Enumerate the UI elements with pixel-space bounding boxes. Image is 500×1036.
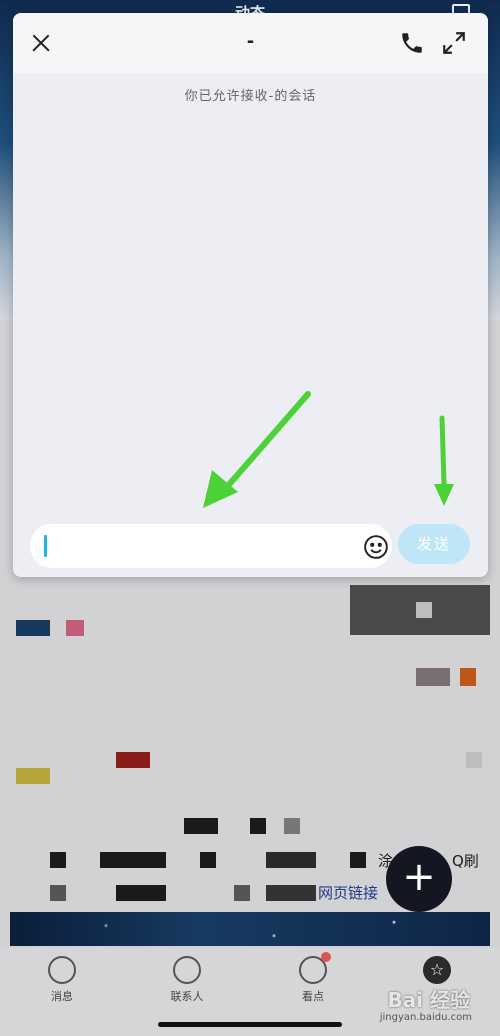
tab-label: 看点: [302, 990, 324, 1003]
home-indicator[interactable]: [158, 1022, 342, 1027]
send-button[interactable]: 发送: [398, 524, 470, 564]
censored-block: [250, 818, 266, 834]
censored-block: [116, 885, 166, 901]
censored-block: [16, 620, 50, 636]
censored-block: [184, 818, 218, 834]
chat-title: -: [246, 31, 255, 52]
feed-banner[interactable]: [10, 912, 490, 946]
censored-block: [200, 852, 216, 868]
watermark-url: jingyan.baidu.com: [379, 1012, 472, 1023]
notification-dot: [321, 952, 331, 962]
phone-icon[interactable]: [399, 30, 425, 56]
message-input[interactable]: [52, 530, 346, 564]
message-icon: [48, 956, 76, 984]
text-caret: [44, 535, 47, 557]
censored-block: [466, 752, 482, 768]
watermark-logo: Bai 经验: [387, 988, 470, 1012]
censored-block: [416, 602, 432, 618]
censored-block: [416, 668, 450, 686]
star-icon: ☆: [423, 956, 451, 984]
tab-contacts[interactable]: 联系人: [142, 956, 232, 1004]
censored-block: [50, 852, 66, 868]
censored-block: [460, 668, 476, 686]
censored-block: [16, 768, 50, 784]
feed-text: Q刷: [452, 852, 479, 870]
censored-block: [234, 885, 250, 901]
censored-block: [350, 852, 366, 868]
feed-link[interactable]: 网页链接: [318, 882, 378, 903]
censored-block: [284, 818, 300, 834]
message-input-container[interactable]: [30, 524, 392, 568]
tab-label: 联系人: [170, 990, 204, 1003]
chat-popup: - 你已允许接收-的会话 发送: [13, 13, 488, 577]
close-button[interactable]: [27, 29, 55, 57]
eye-icon: [299, 952, 331, 984]
contacts-icon: [173, 956, 201, 984]
tab-watch[interactable]: 看点: [268, 952, 358, 1004]
censored-block: [100, 852, 166, 868]
tab-label: 消息: [51, 990, 73, 1003]
censored-block: [66, 620, 84, 636]
emoji-icon[interactable]: [363, 534, 389, 560]
system-message: 你已允许接收-的会话: [184, 89, 317, 104]
censored-block: [266, 852, 316, 868]
chat-header: -: [13, 13, 488, 73]
censored-block: [50, 885, 66, 901]
censored-block: [116, 752, 150, 768]
tab-messages[interactable]: 消息: [17, 956, 107, 1004]
censored-block: [266, 885, 316, 901]
add-post-button[interactable]: +: [386, 846, 452, 912]
expand-icon[interactable]: [441, 30, 467, 56]
